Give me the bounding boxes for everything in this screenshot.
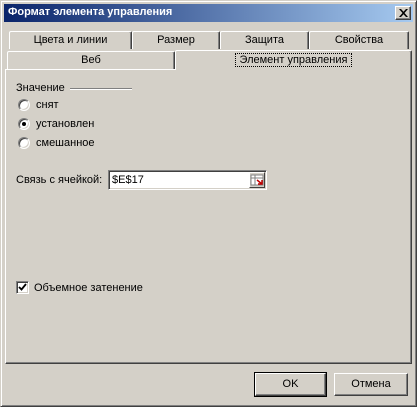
radio-label: установлен bbox=[36, 118, 94, 130]
radio-label-text: смешанное bbox=[36, 137, 95, 149]
cell-link-label: Связь с ячейкой: bbox=[16, 174, 103, 186]
tab-size[interactable]: Размер bbox=[132, 31, 220, 49]
tab-control[interactable]: Элемент управления bbox=[175, 50, 412, 70]
close-button[interactable] bbox=[395, 6, 411, 20]
tab-properties[interactable]: Свойства bbox=[309, 31, 409, 49]
tab-panel-control: Значение снят установлен смешанное Связь… bbox=[5, 69, 412, 364]
value-group-label: Значение bbox=[16, 82, 65, 94]
tab-label: Защита bbox=[245, 34, 284, 46]
tab-protection[interactable]: Защита bbox=[220, 31, 309, 49]
title-bar[interactable]: Формат элемента управления bbox=[4, 4, 413, 22]
shading-label: Объемное затенение bbox=[34, 282, 143, 294]
tab-web[interactable]: Веб bbox=[7, 51, 175, 69]
tab-label: Свойства bbox=[334, 34, 384, 46]
radio-button[interactable] bbox=[18, 99, 30, 111]
radio-label: смешанное bbox=[36, 137, 95, 149]
range-select-icon bbox=[250, 174, 264, 186]
format-control-dialog: Формат элемента управления Цвета и линии… bbox=[0, 0, 417, 407]
radio-label-text: установлен bbox=[36, 118, 95, 130]
tab-label: Цвета и линии bbox=[33, 34, 108, 46]
cell-link-value: $E$17 bbox=[112, 174, 144, 186]
range-select-button[interactable] bbox=[249, 172, 265, 188]
cell-link-input[interactable]: $E$17 bbox=[108, 170, 267, 190]
tab-colors-lines[interactable]: Цвета и линии bbox=[9, 31, 132, 49]
cancel-button-label: Отмена bbox=[351, 378, 391, 390]
dialog-title: Формат элемента управления bbox=[8, 6, 173, 18]
tab-label: Элемент управления bbox=[234, 53, 353, 67]
tab-label: Размер bbox=[157, 34, 195, 46]
ok-button-label: OK bbox=[282, 378, 299, 390]
cancel-button[interactable]: Отмена bbox=[334, 373, 408, 396]
radio-button[interactable] bbox=[18, 137, 30, 149]
tab-label: Веб bbox=[81, 54, 101, 66]
close-icon bbox=[399, 9, 408, 17]
shading-checkbox[interactable] bbox=[16, 281, 29, 294]
radio-dot-icon bbox=[22, 122, 26, 126]
ok-button[interactable]: OK bbox=[254, 372, 327, 397]
group-divider bbox=[70, 88, 132, 90]
radio-button-selected[interactable] bbox=[18, 118, 30, 130]
radio-label: снят bbox=[36, 99, 59, 111]
checkmark-icon bbox=[18, 283, 27, 291]
radio-label-text: снят bbox=[36, 99, 59, 111]
